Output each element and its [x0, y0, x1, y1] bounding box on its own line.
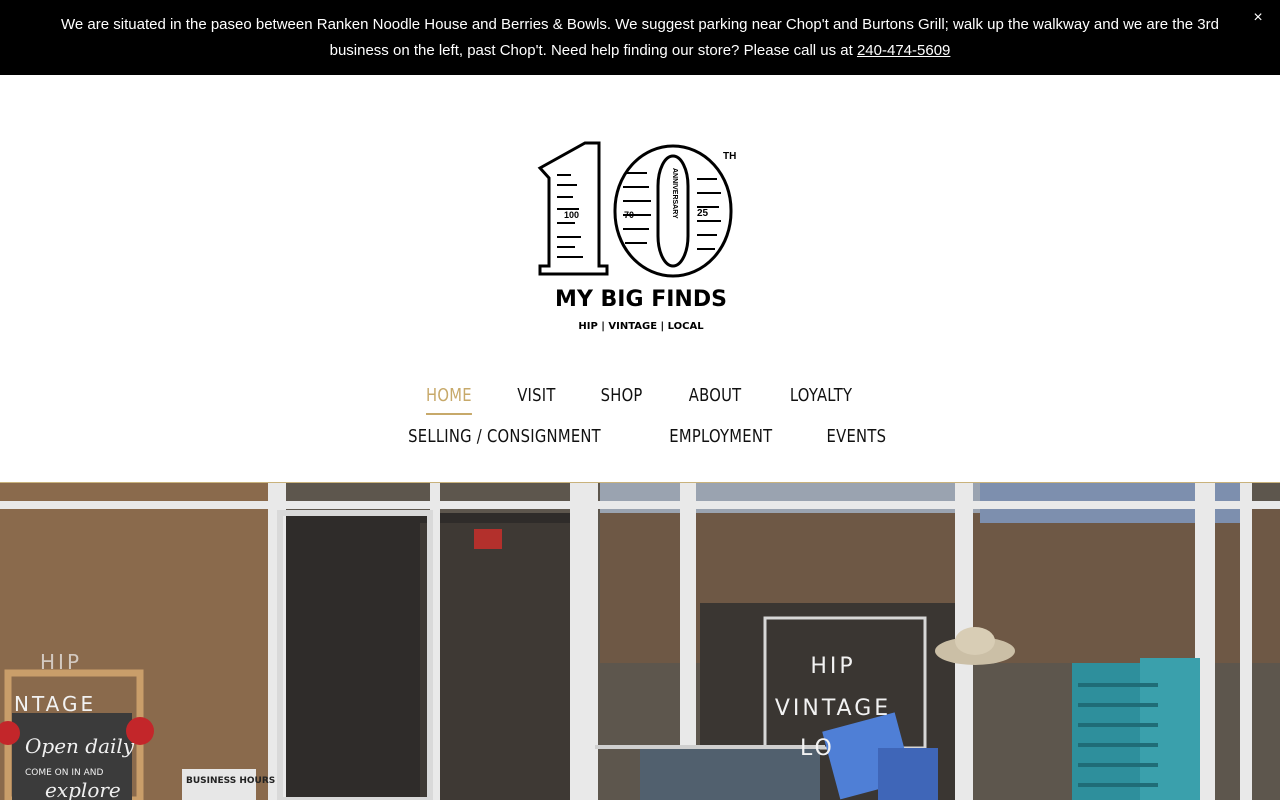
nav-item-about[interactable]: ABOUT [689, 382, 742, 415]
nav-item-visit[interactable]: VISIT [517, 382, 555, 415]
logo-seventy: 70 [624, 210, 634, 220]
logo-tagline: HIP | VINTAGE | LOCAL [578, 321, 704, 332]
logo-hundred: 100 [564, 210, 579, 220]
window-sign-local: LO [800, 736, 835, 761]
business-hours-sign: BUSINESS HOURS [186, 776, 275, 786]
chalkboard-open-daily: Open daily [25, 734, 135, 758]
logo-twenty-five: 25 [697, 208, 709, 219]
nav-item-selling-consignment[interactable]: SELLING / CONSIGNMENT [408, 423, 601, 456]
left-window-sign-hip: HIP [40, 650, 82, 674]
logo-brand-name: MY BIG FINDS [555, 287, 727, 312]
hero-storefront-image: HIP VINTAGE LO HIP NTAGE Open daily COME… [0, 483, 1280, 800]
logo-superscript: TH [723, 151, 736, 162]
logo-anniversary: ANNIVERSARY [671, 168, 678, 219]
nav-item-home[interactable]: HOME [425, 382, 472, 415]
nav-row-secondary: SELLING / CONSIGNMENT EMPLOYMENT EVENTS [0, 423, 1280, 456]
nav-item-shop[interactable]: SHOP [600, 382, 642, 415]
announcement-text: We are situated in the paseo between Ran… [61, 16, 1219, 59]
phone-link[interactable]: 240-474-5609 [857, 42, 950, 59]
chalkboard-explore: explore [45, 778, 121, 800]
chalkboard-come-on-in: COME ON IN AND [25, 768, 103, 778]
left-window-sign-vintage: NTAGE [14, 692, 96, 716]
close-icon[interactable]: × [1250, 8, 1266, 28]
nav-item-employment[interactable]: EMPLOYMENT [670, 423, 773, 456]
nav-item-loyalty[interactable]: LOYALTY [790, 382, 852, 415]
announcement-bar: We are situated in the paseo between Ran… [0, 0, 1280, 75]
nav-item-events[interactable]: EVENTS [827, 423, 887, 456]
nav-row-primary: HOME VISIT SHOP ABOUT LOYALTY [0, 382, 1280, 415]
site-logo[interactable]: 100 70 25 ANNIVERSARY TH MY BIG FINDS HI… [537, 138, 745, 336]
window-sign-vintage: VINTAGE [775, 696, 891, 721]
window-sign-hip: HIP [810, 654, 855, 679]
